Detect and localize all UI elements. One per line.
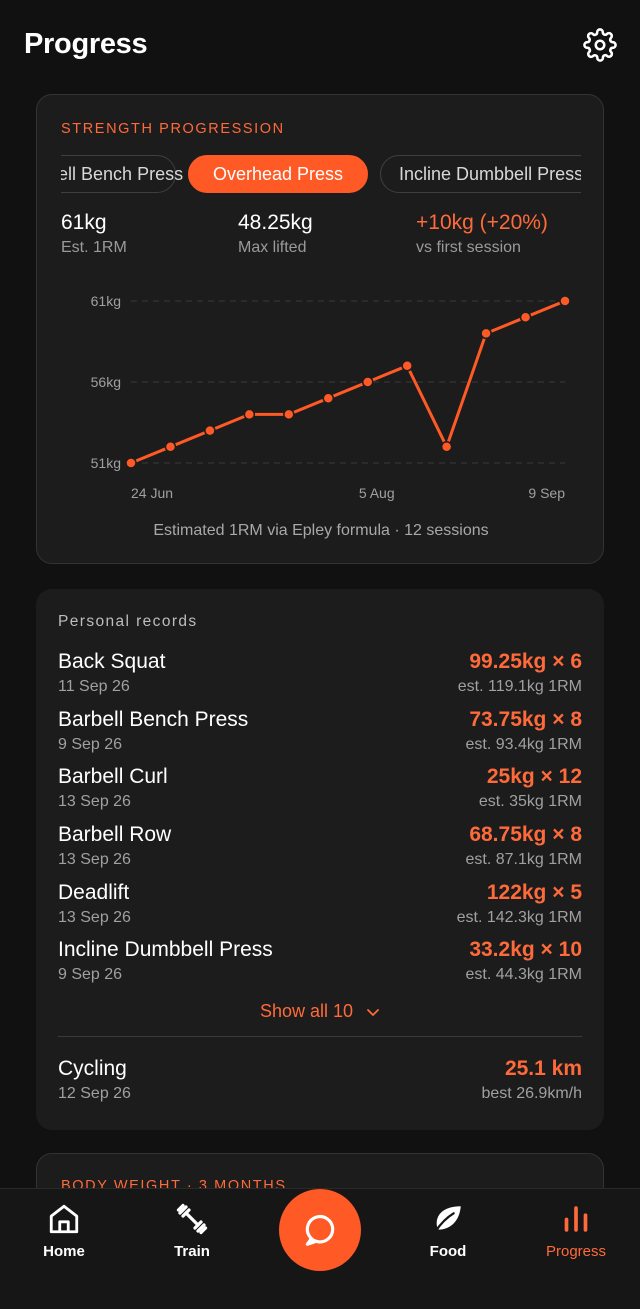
records-title: Personal records [58,613,198,630]
record-date: 13 Sep 26 [58,909,131,926]
record-estimate: est. 87.1kg 1RM [465,851,583,868]
data-point [480,327,492,340]
data-point [125,457,137,469]
record-name: Back Squat [58,650,166,673]
data-point [204,424,216,437]
tab-label: Train [174,1243,210,1260]
record-value: 122kg × 5 [486,881,582,904]
stat-label: vs first session [416,239,521,256]
home-icon [49,1204,79,1234]
record-name: Barbell Bench Press [58,708,249,731]
record-estimate: est. 93.4kg 1RM [465,736,583,753]
record-row[interactable]: Deadlift 13 Sep 26 122kg × 5 est. 142.3k… [58,881,582,935]
record-name: Barbell Row [58,823,172,846]
exercise-chips: Barbell Bench Press Overhead Press Incli… [61,155,581,193]
record-estimate: est. 44.3kg 1RM [465,966,583,983]
dumbbell-icon [176,1203,208,1235]
data-point [243,408,256,421]
tab-home[interactable]: Home [14,1201,114,1260]
strength-progression-card: STRENGTH PROGRESSION Barbell Bench Press… [36,94,604,564]
page-title: Progress [24,28,148,60]
record-name: Cycling [58,1057,127,1080]
stat-value: 48.25kg [238,211,313,234]
y-tick-label: 56kg [91,374,121,390]
personal-records-card: Personal records Back Squat 11 Sep 26 99… [36,589,604,1130]
show-all-button[interactable]: Show all 10 [36,1001,604,1022]
y-tick-label: 51kg [91,455,121,471]
record-name: Barbell Curl [58,765,168,788]
record-date: 13 Sep 26 [58,851,131,868]
record-date: 9 Sep 26 [58,736,123,753]
stat-label: Est. 1RM [61,239,127,256]
tab-label: Food [429,1243,467,1260]
record-name: Deadlift [58,881,130,904]
header: Progress [0,0,640,90]
tab-food[interactable]: Food [398,1201,498,1260]
stat-value: 61kg [61,211,107,234]
record-date: 13 Sep 26 [58,793,131,810]
record-estimate: est. 142.3kg 1RM [456,909,582,926]
cardio-record-row[interactable]: Cycling 12 Sep 26 25.1 km best 26.9km/h [58,1057,582,1111]
tab-train[interactable]: Train [142,1201,242,1260]
record-name: Incline Dumbbell Press [58,938,273,961]
data-point [559,295,571,307]
chat-fab-button[interactable] [279,1189,361,1271]
record-value: 33.2kg × 10 [469,938,582,961]
record-estimate: est. 119.1kg 1RM [457,678,582,695]
data-point [361,376,374,388]
gear-icon [583,28,617,62]
settings-button[interactable] [582,27,618,63]
stat-label: Max lifted [238,239,307,256]
record-date: 12 Sep 26 [58,1085,131,1102]
record-date: 11 Sep 26 [58,678,130,695]
x-tick-label: 5 Aug [359,485,395,501]
x-tick-label: 9 Sep [528,485,565,501]
data-point [519,311,532,323]
x-tick-label: 24 Jun [131,485,173,501]
data-point [283,408,295,421]
data-point [322,392,335,404]
stat-est-1rm: 61kg Est. 1RM [61,211,127,257]
data-point [401,360,413,372]
record-value: 73.75kg × 8 [469,708,582,731]
divider [58,1036,582,1037]
strength-line-chart: 61kg 56kg 51kg 24 Jun 5 Aug 9 Sep [91,293,571,501]
stat-value: +10kg (+20%) [416,211,548,234]
record-value: 25.1 km [504,1057,582,1080]
record-estimate: est. 35kg 1RM [478,793,582,810]
data-point [440,441,453,453]
show-all-label: Show all 10 [259,1001,354,1021]
y-tick-label: 61kg [91,293,121,309]
chip-bench-press[interactable]: Barbell Bench Press [61,155,183,193]
data-point [164,441,177,453]
record-row[interactable]: Barbell Row 13 Sep 26 68.75kg × 8 est. 8… [58,823,582,877]
tab-bar: Home Train Food Progress [0,1188,640,1309]
record-date: 9 Sep 26 [58,966,123,983]
tab-label: Home [43,1243,85,1260]
bar-chart-icon [564,1206,588,1232]
chip-overhead-press[interactable]: Overhead Press [188,155,368,193]
chart-caption: Estimated 1RM via Epley formula · 12 ses… [153,522,489,539]
chevron-down-icon [367,1009,379,1017]
stat-max-lifted: 48.25kg Max lifted [238,211,313,257]
section-title: STRENGTH PROGRESSION [61,121,285,137]
record-row[interactable]: Barbell Curl 13 Sep 26 25kg × 12 est. 35… [58,765,582,819]
record-value: 68.75kg × 8 [469,823,582,846]
record-value: 99.25kg × 6 [469,650,582,673]
record-row[interactable]: Barbell Bench Press 9 Sep 26 73.75kg × 8… [58,708,582,762]
record-row[interactable]: Incline Dumbbell Press 9 Sep 26 33.2kg ×… [58,938,582,992]
chip-incline-dumbbell-press[interactable]: Incline Dumbbell Press [380,155,581,193]
stat-vs-first-session: +10kg (+20%) vs first session [416,211,548,257]
record-row[interactable]: Back Squat 11 Sep 26 99.25kg × 6 est. 11… [58,650,582,704]
tab-progress[interactable]: Progress [526,1201,626,1260]
tab-label: Progress [545,1243,607,1260]
chat-icon [305,1215,335,1246]
record-estimate: best 26.9km/h [481,1085,583,1102]
leaf-icon [434,1206,461,1233]
record-value: 25kg × 12 [486,765,582,788]
